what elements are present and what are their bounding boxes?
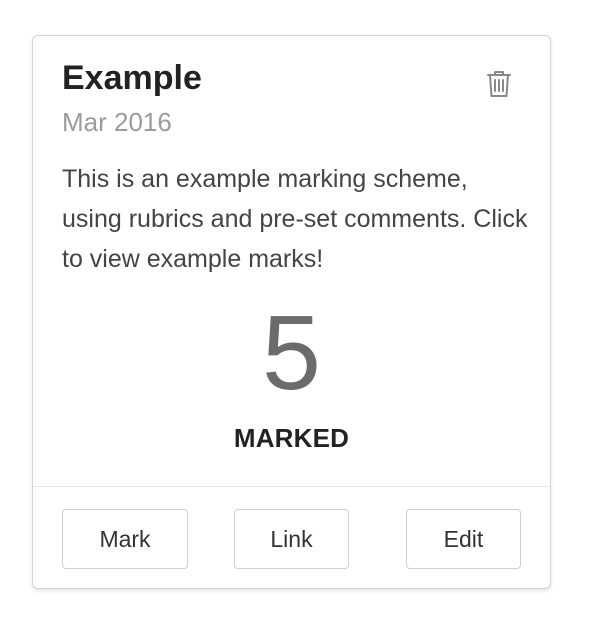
marking-scheme-card[interactable]: Example Mar 2016 This is an example mark…	[32, 35, 551, 589]
mark-button[interactable]: Mark	[62, 509, 188, 569]
link-button[interactable]: Link	[234, 509, 349, 569]
marked-count: 5	[262, 294, 321, 412]
card-divider	[33, 486, 550, 487]
trash-icon[interactable]	[485, 69, 513, 99]
card-description: This is an example marking scheme, using…	[62, 165, 528, 273]
edit-button[interactable]: Edit	[406, 509, 521, 569]
card-title: Example	[62, 59, 202, 97]
marked-label: MARKED	[233, 423, 350, 453]
card-date: Mar 2016	[62, 107, 172, 137]
